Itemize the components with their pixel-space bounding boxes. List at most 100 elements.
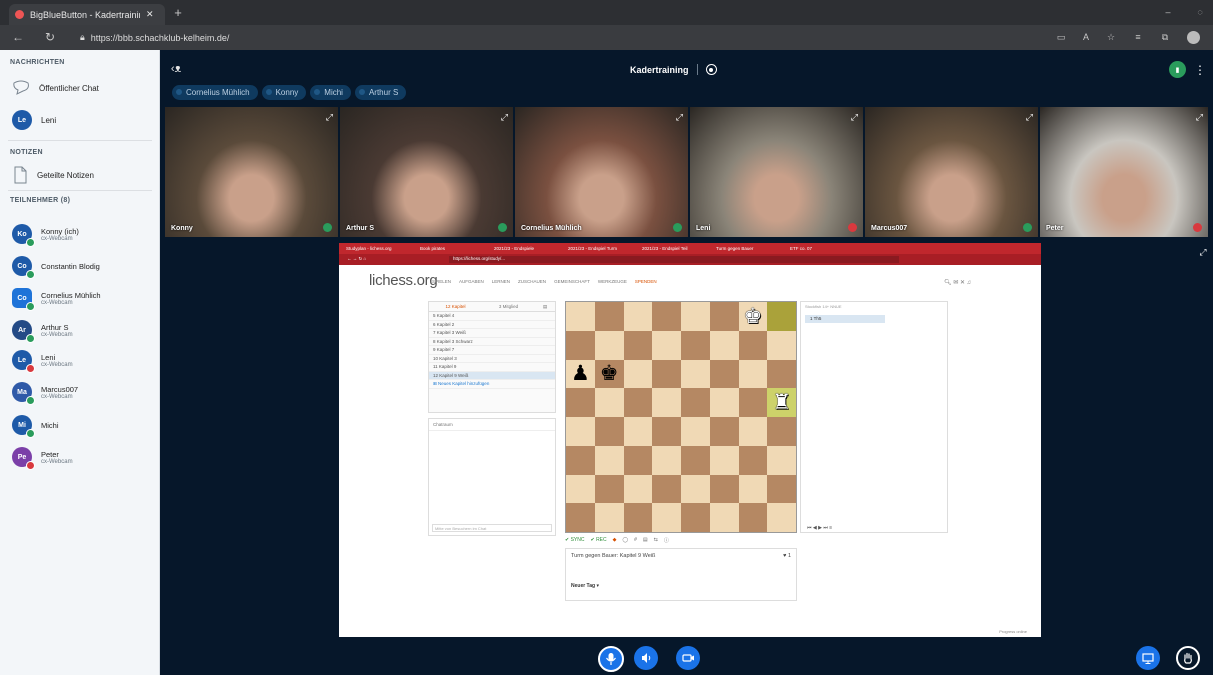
board-square[interactable] [681, 474, 710, 504]
expand-presentation-icon[interactable]: ⤢ [1196, 245, 1210, 259]
browser-tab[interactable]: BigBlueButton - Kadertrainin ✕ [9, 4, 165, 25]
participant-item[interactable]: Le Leni cx-Webcam [12, 350, 73, 373]
shared-notes-item[interactable]: Geteilte Notizen [12, 166, 94, 184]
talking-pill[interactable]: Arthur S [354, 85, 407, 100]
board-square[interactable] [709, 388, 739, 417]
webcam-name[interactable]: Konny [171, 225, 193, 232]
address-bar[interactable]: 🔒︎ https://bbb.schachklub-kelheim.de/ [80, 29, 260, 46]
toggle-userlist-icon[interactable]: ‹ᴥ [168, 61, 184, 77]
board-square[interactable] [738, 388, 768, 417]
window-menu-icon[interactable]: ◌ [1192, 4, 1208, 20]
board-square[interactable] [652, 503, 681, 532]
board-square[interactable] [623, 417, 653, 446]
board-square[interactable]: ♚ [594, 359, 624, 389]
favorites-list-icon[interactable]: ≡ [1130, 29, 1146, 45]
board-square[interactable] [681, 302, 710, 331]
board-square[interactable] [681, 503, 710, 532]
chapter-item[interactable]: 9 Kapitel 7 [429, 346, 555, 355]
board-square[interactable] [738, 417, 768, 446]
board-square[interactable] [594, 330, 624, 360]
board-square[interactable] [594, 388, 624, 417]
webcam-name[interactable]: Peter [1046, 225, 1064, 232]
board-square[interactable] [594, 445, 624, 475]
board-square[interactable] [566, 445, 595, 475]
board-square[interactable] [709, 417, 739, 446]
board-square[interactable] [652, 302, 681, 331]
fullscreen-icon[interactable]: ⤢ [1196, 112, 1203, 123]
talking-pill[interactable]: Michi [310, 85, 351, 100]
profile-icon[interactable] [1185, 29, 1201, 45]
board-square[interactable] [623, 330, 653, 360]
public-chat-item[interactable]: Öffentlicher Chat [12, 80, 99, 96]
chapter-item[interactable]: 10 Kapitel 3 [429, 355, 555, 363]
minimize-icon[interactable]: – [1160, 4, 1176, 20]
add-tag[interactable]: Neuer Tag ▾ [566, 563, 796, 589]
chat-input[interactable]: Mitte von Besuchern im Chat [432, 524, 552, 532]
board-square[interactable]: ♜ [767, 388, 796, 417]
chapter-item[interactable]: 5 Kapitel 4 [429, 312, 555, 321]
webcam-tile[interactable]: ⤢ Marcus007 [865, 107, 1038, 237]
board-square[interactable] [594, 302, 624, 331]
webcam-tile[interactable]: ⤢ Cornelius Mühlich [515, 107, 688, 237]
board-square[interactable] [652, 474, 681, 504]
lichess-nav-item[interactable]: AUFGABEN [459, 279, 484, 284]
board-square[interactable] [709, 474, 739, 504]
participant-item[interactable]: Ar Arthur Scx-Webcam [12, 320, 73, 343]
webcam-tile[interactable]: ⤢ Arthur S [340, 107, 513, 237]
lichess-nav-item[interactable]: WERKZEUGE [598, 279, 627, 284]
board-square[interactable] [594, 417, 624, 446]
talking-pill[interactable]: Cornelius Mühlich [172, 85, 258, 100]
close-tab-icon[interactable]: ✕ [146, 9, 154, 20]
participant-item[interactable]: Mi Michi [12, 415, 59, 438]
board-square[interactable] [566, 417, 595, 446]
board-square[interactable] [681, 330, 710, 360]
board-square[interactable] [652, 445, 681, 475]
webcam-name[interactable]: Arthur S [346, 225, 374, 232]
board-square[interactable] [738, 474, 768, 504]
chapter-item[interactable]: 11 Kapitel 9 [429, 363, 555, 372]
board-square[interactable] [681, 359, 710, 389]
board-square[interactable] [623, 388, 653, 417]
chapters-tab[interactable]: 12 Kapitel [429, 302, 482, 311]
lichess-nav-item[interactable]: ZUSCHAUEN [518, 279, 546, 284]
lichess-nav-item[interactable]: GEMEINSCHAFT [554, 279, 590, 284]
board-square[interactable] [738, 445, 768, 475]
webcam-button[interactable] [676, 646, 700, 670]
board-square[interactable] [652, 417, 681, 446]
back-icon[interactable]: ← [10, 29, 26, 45]
talking-pill[interactable]: Konny [261, 85, 307, 100]
chapter-item[interactable]: 12 Kapitel 9 Weiß [429, 371, 555, 380]
webcam-name[interactable]: Leni [696, 225, 710, 232]
board-square[interactable] [652, 359, 681, 389]
participant-item[interactable]: Ko Konny (ich) cx-Webcam [12, 224, 79, 247]
webcam-name[interactable]: Marcus007 [871, 225, 907, 232]
webcam-tile[interactable]: ⤢ Konny [165, 107, 338, 237]
board-square[interactable] [566, 474, 595, 504]
board-square[interactable] [767, 503, 796, 532]
private-chat-item[interactable]: Le Leni [12, 110, 56, 130]
board-square[interactable] [652, 330, 681, 360]
board-square[interactable] [652, 388, 681, 417]
lichess-nav-item[interactable]: SPENDEN [635, 279, 657, 284]
board-square[interactable] [738, 330, 768, 360]
board-square[interactable] [738, 503, 768, 532]
board-square[interactable] [566, 302, 595, 331]
participant-item[interactable]: Co Cornelius Mühlich cx-Webcam [12, 288, 101, 311]
fullscreen-icon[interactable]: ⤢ [676, 112, 683, 123]
board-square[interactable] [623, 359, 653, 389]
chess-piece[interactable]: ♚ [743, 306, 762, 327]
options-menu-icon[interactable]: ⋮ [1194, 61, 1206, 78]
raise-hand-button[interactable] [1176, 646, 1200, 670]
recording-icon[interactable] [705, 64, 717, 75]
reload-icon[interactable]: ↻ [42, 29, 58, 45]
board-square[interactable] [709, 503, 739, 532]
board-square[interactable] [681, 417, 710, 446]
board-square[interactable] [681, 388, 710, 417]
board-square[interactable] [709, 359, 739, 389]
board-square[interactable] [709, 330, 739, 360]
add-chapter-button[interactable]: ⊞ Neues Kapitel hinzufügen [429, 380, 555, 389]
board-square[interactable] [738, 359, 768, 389]
chapter-item[interactable]: 6 Kapitel 2 [429, 321, 555, 329]
members-tab[interactable]: 3 Mitglied [482, 302, 535, 311]
participant-item[interactable]: Ma Marcus007 cx-Webcam [12, 382, 78, 405]
